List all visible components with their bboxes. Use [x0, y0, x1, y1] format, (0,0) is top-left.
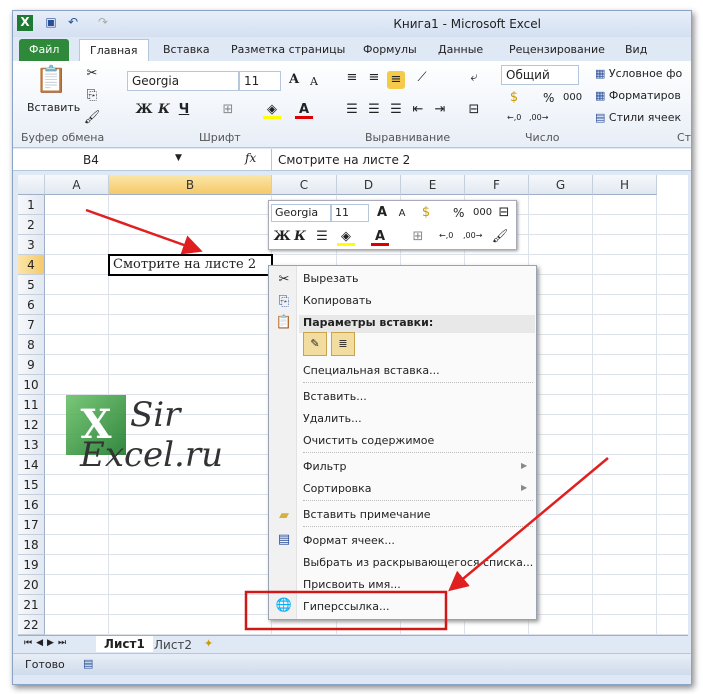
red-arrow	[448, 457, 609, 592]
red-arrow	[85, 208, 203, 255]
annotation-overlay	[85, 208, 609, 631]
highlight-box	[244, 590, 448, 631]
